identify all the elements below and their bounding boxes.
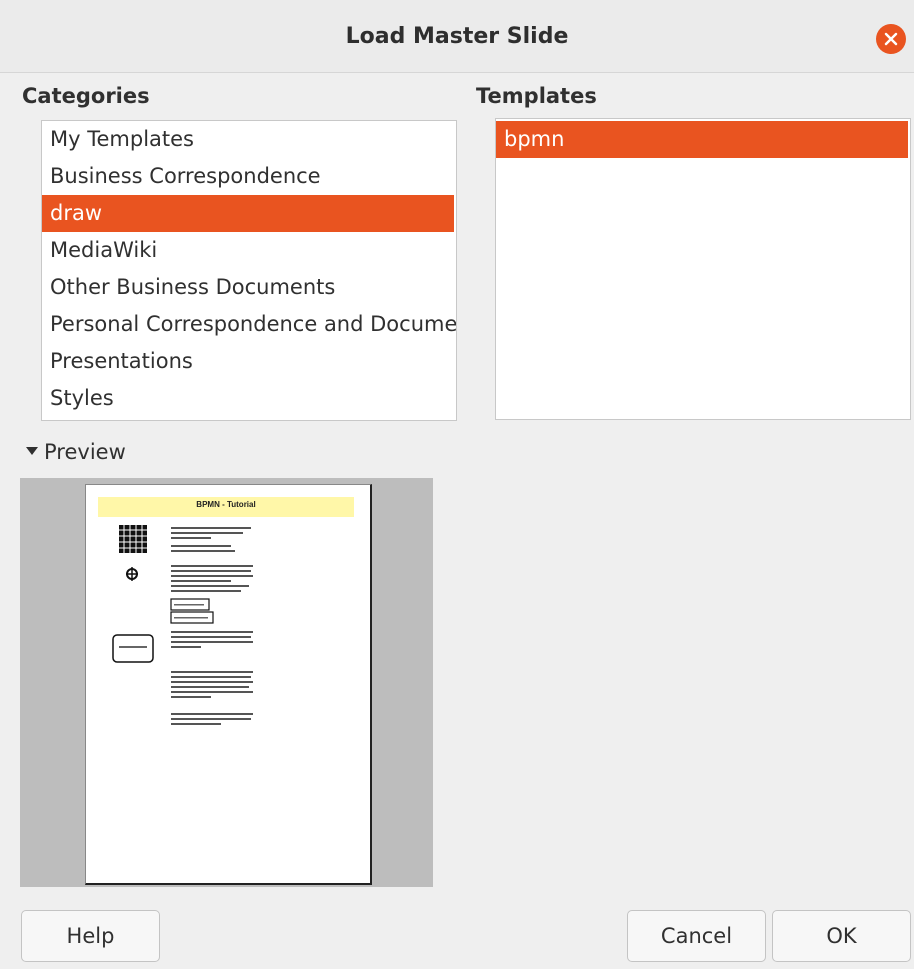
preview-label: Preview xyxy=(44,440,126,464)
preview-text-line xyxy=(171,671,253,673)
cancel-button[interactable]: Cancel xyxy=(627,910,766,962)
preview-text-line xyxy=(171,527,251,529)
preview-text-line xyxy=(171,570,251,572)
categories-list[interactable]: My Templates Business Correspondence dra… xyxy=(41,120,457,421)
close-button[interactable] xyxy=(876,24,906,54)
dialog-title: Load Master Slide xyxy=(345,24,569,49)
category-item-styles[interactable]: Styles xyxy=(42,380,456,417)
preview-text-line xyxy=(171,532,243,534)
preview-text-line xyxy=(171,696,211,698)
category-item-draw[interactable]: draw xyxy=(42,195,454,232)
preview-text-line xyxy=(171,646,201,648)
preview-text-line xyxy=(171,537,211,539)
preview-text-line xyxy=(171,550,235,552)
ok-button[interactable]: OK xyxy=(772,910,911,962)
category-item-mediawiki[interactable]: MediaWiki xyxy=(42,232,456,269)
preview-text-line xyxy=(171,718,251,720)
preview-text-line xyxy=(171,723,221,725)
preview-pane: BPMN - Tutorial xyxy=(20,478,433,887)
preview-text-line xyxy=(171,580,231,582)
preview-text-line xyxy=(171,676,251,678)
templates-heading: Templates xyxy=(476,84,597,108)
expander-arrow-icon xyxy=(26,447,38,455)
preview-text-line xyxy=(171,545,231,547)
templates-list[interactable]: bpmn xyxy=(495,118,911,420)
categories-heading: Categories xyxy=(22,84,150,108)
dialog-titlebar: Load Master Slide xyxy=(0,0,914,73)
preview-text-line xyxy=(171,585,249,587)
close-icon xyxy=(884,32,898,46)
preview-text-line xyxy=(171,681,253,683)
category-item-other-business-documents[interactable]: Other Business Documents xyxy=(42,269,456,306)
category-item-business-correspondence[interactable]: Business Correspondence xyxy=(42,158,456,195)
preview-text-line xyxy=(171,641,253,643)
preview-expander[interactable]: Preview xyxy=(26,440,126,464)
category-item-personal-correspondence[interactable]: Personal Correspondence and Documents xyxy=(42,306,456,343)
preview-text-line xyxy=(171,691,253,693)
template-item-bpmn[interactable]: bpmn xyxy=(496,121,908,158)
preview-text-line xyxy=(171,590,241,592)
preview-text-line xyxy=(171,575,253,577)
preview-text-line xyxy=(171,565,253,567)
preview-text-line xyxy=(171,713,253,715)
category-item-presentations[interactable]: Presentations xyxy=(42,343,456,380)
preview-text-line xyxy=(171,686,249,688)
preview-text-line xyxy=(171,636,251,638)
preview-text-line xyxy=(171,631,253,633)
preview-page-thumbnail: BPMN - Tutorial xyxy=(85,484,372,885)
category-item-my-templates[interactable]: My Templates xyxy=(42,121,456,158)
help-button[interactable]: Help xyxy=(21,910,160,962)
